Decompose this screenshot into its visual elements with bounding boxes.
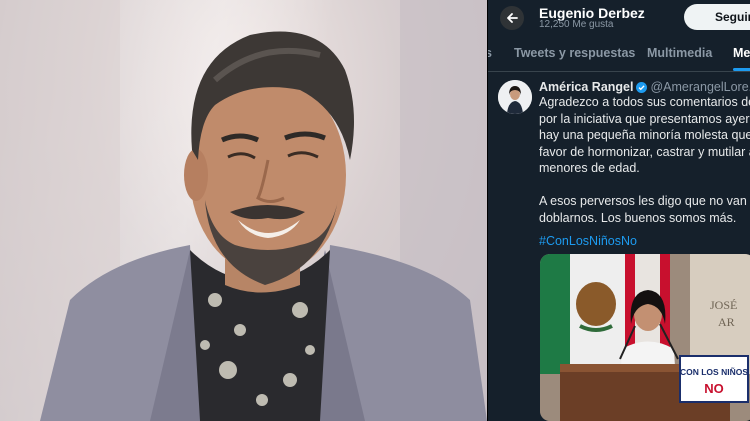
sign-text-line1: CON LOS NIÑOS (680, 367, 748, 377)
wall-text-line1: JOSÉ (710, 298, 737, 312)
tab-multimedia[interactable]: Multimedia (647, 46, 712, 60)
tweet-hashtag[interactable]: #ConLosNiñosNo (539, 234, 637, 248)
tab-tweets-cut[interactable]: s (488, 46, 492, 60)
tweet-line: hay una pequeña minoría molesta que e (539, 128, 750, 142)
tab-tweets-y-respuestas[interactable]: Tweets y respuestas (514, 46, 635, 60)
tweet-media-image[interactable]: CON LOS NIÑOS NO JOSÉ AR (540, 254, 750, 421)
profile-tabs: s Tweets y respuestas Multimedia Me (488, 37, 750, 72)
twitter-panel: Eugenio Derbez 12,250 Me gusta Seguir s … (488, 0, 750, 421)
back-button[interactable] (500, 6, 524, 30)
tweet-author-handle[interactable]: @AmerangelLore... · (650, 80, 750, 94)
profile-header: Eugenio Derbez 12,250 Me gusta Seguir (488, 0, 750, 36)
profile-likes-count: 12,250 Me gusta (539, 19, 614, 30)
tweet-line (539, 177, 750, 194)
tweet-header: América Rangel @AmerangelLore... · (539, 80, 750, 94)
person-photo (0, 0, 487, 421)
congress-photo: CON LOS NIÑOS NO JOSÉ AR (540, 254, 750, 421)
tab-me-gusta[interactable]: Me (733, 46, 750, 60)
wall-text-line2: AR (718, 315, 735, 329)
tweet-line: A esos perversos les digo que no van a (539, 194, 750, 208)
follow-button[interactable]: Seguir (684, 4, 750, 30)
tweet-line: Agradezco a todos sus comentarios de a (539, 95, 750, 109)
active-tab-indicator (733, 68, 750, 71)
sign-text-line2: NO (704, 381, 724, 396)
author-avatar-icon (498, 80, 532, 114)
tweet-line: por la iniciativa que presentamos ayer, … (539, 111, 750, 126)
avatar[interactable] (498, 80, 532, 114)
tweet-author-name[interactable]: América Rangel (539, 80, 633, 94)
follow-button-label: Seguir (715, 10, 750, 24)
arrow-left-icon (507, 13, 518, 23)
tweet-text: Agradezco a todos sus comentarios de a p… (539, 94, 750, 226)
verified-badge-icon (636, 82, 648, 93)
tweet-line: favor de hormonizar, castrar y mutilar a (539, 144, 750, 159)
tweet-line: doblarnos. Los buenos somos más. (539, 210, 737, 225)
tweet-line: menores de edad. (539, 161, 640, 175)
photo-panel (0, 0, 487, 421)
